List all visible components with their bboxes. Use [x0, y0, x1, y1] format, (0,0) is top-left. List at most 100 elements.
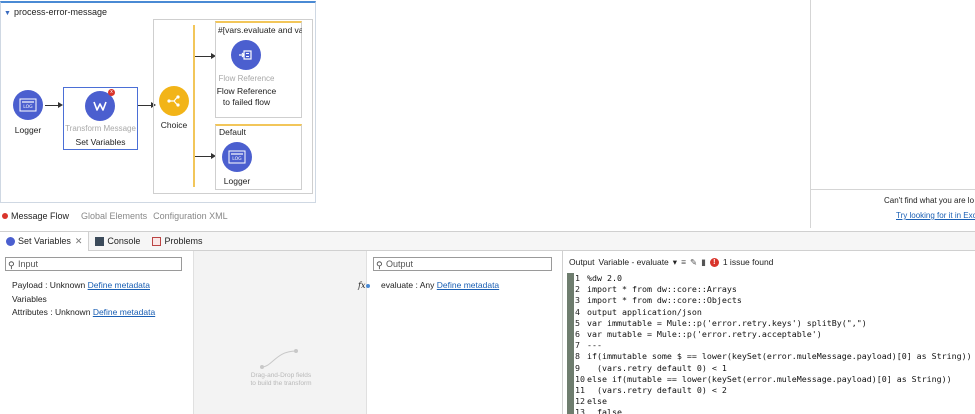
- input-search[interactable]: ⚲ Input: [5, 257, 182, 271]
- flow-connector: [195, 56, 212, 57]
- code-line[interactable]: 13 false: [575, 407, 972, 414]
- code-line[interactable]: 2 import * from dw::core::Arrays: [575, 284, 972, 295]
- chevron-down-icon[interactable]: ▾: [673, 257, 677, 268]
- message-flow-tab[interactable]: Message Flow: [2, 211, 75, 221]
- code-text: ---: [587, 340, 602, 351]
- line-number: 11: [575, 385, 585, 396]
- try-exchange-link[interactable]: Try looking for it in Exc: [896, 211, 975, 220]
- right-pane: [810, 0, 975, 228]
- drag-drop-icon: [260, 349, 298, 369]
- search-hint-text: Can't find what you are lo: [884, 196, 975, 205]
- choice-icon[interactable]: [159, 86, 189, 116]
- choice-label: Choice: [160, 120, 188, 130]
- input-row-variables[interactable]: Variables: [12, 294, 47, 304]
- code-line[interactable]: 10 else if(mutable == lower(keySet(error.…: [575, 374, 972, 385]
- flow-title[interactable]: ▼ process-error-message: [4, 7, 107, 17]
- studio-window: ▼ process-error-message LOG Logger x Tran…: [0, 0, 975, 414]
- mapping-area[interactable]: Drag-and-Drop fields to build the transf…: [193, 251, 367, 414]
- code-text: var mutable = Mule::p('error.retry.accep…: [587, 329, 822, 340]
- code-line[interactable]: 12 else: [575, 396, 972, 407]
- fx-icon: fx: [358, 281, 366, 290]
- line-number: 10: [575, 373, 585, 384]
- search-icon: ⚲: [376, 260, 383, 270]
- code-text: (vars.retry default 0) < 1: [587, 362, 727, 373]
- console-icon: [95, 236, 105, 246]
- svg-text:LOG: LOG: [23, 104, 33, 110]
- flow-reference-label-line2: to failed flow: [222, 97, 271, 107]
- flow-connector: [195, 156, 212, 157]
- input-row-payload[interactable]: Payload : Unknown Define metadata: [12, 280, 150, 290]
- transform-type-label: Transform Message: [65, 124, 136, 133]
- code-text: var immutable = Mule::p('error.retry.key…: [587, 317, 867, 328]
- flow-canvas[interactable]: ▼ process-error-message LOG Logger x Tran…: [0, 0, 808, 206]
- default-route-header[interactable]: Default: [219, 127, 246, 137]
- when-route-header[interactable]: #[vars.evaluate and va...: [218, 25, 302, 35]
- transform-tab-icon: [6, 236, 15, 246]
- output-connector-dot: [366, 284, 370, 288]
- configuration-xml-tab[interactable]: Configuration XML: [153, 211, 228, 221]
- script-editor-panel: Output Variable - evaluate ▾ ≡ ✎ ▮ ! 1 i…: [562, 251, 975, 414]
- svg-text:LOG: LOG: [232, 156, 242, 162]
- tab-console[interactable]: Console: [89, 232, 146, 251]
- line-number: 5: [575, 317, 580, 328]
- output-panel: ⚲ Output fx evaluate : Any Define metadat…: [358, 251, 562, 414]
- code-line[interactable]: 11 (vars.retry default 0) < 2: [575, 385, 972, 396]
- code-text: if(immutable some $ == lower(keySet(erro…: [587, 351, 972, 362]
- code-line[interactable]: 6 var mutable = Mule::p('error.retry.acce…: [575, 329, 972, 340]
- code-text: output application/json: [587, 306, 702, 317]
- global-elements-tab[interactable]: Global Elements: [81, 211, 147, 221]
- code-line[interactable]: 5 var immutable = Mule::p('error.retry.ke…: [575, 318, 972, 329]
- flow-connector: [45, 105, 59, 106]
- line-number: 9: [575, 362, 580, 373]
- collapse-triangle-icon[interactable]: ▼: [4, 10, 11, 17]
- tab-problems[interactable]: Problems: [146, 232, 208, 251]
- error-icon: [2, 213, 8, 219]
- line-number: 7: [575, 340, 580, 351]
- input-row-attributes[interactable]: Attributes : Unknown Define metadata: [12, 307, 155, 317]
- define-metadata-link[interactable]: Define metadata: [93, 307, 155, 317]
- issues-count[interactable]: 1 issue found: [723, 257, 774, 267]
- code-text: import * from dw::core::Arrays: [587, 284, 737, 295]
- output-row-evaluate[interactable]: evaluate : Any Define metadata: [381, 280, 499, 290]
- code-text: import * from dw::core::Objects: [587, 295, 742, 306]
- output-search[interactable]: ⚲ Output: [373, 257, 552, 271]
- input-panel: ⚲ Input Payload : Unknown Define metadata…: [0, 251, 193, 414]
- flow-reference-type-label: Flow Reference: [218, 74, 275, 83]
- code-text: (vars.retry default 0) < 2: [587, 385, 727, 396]
- line-number: 13: [575, 407, 585, 414]
- code-line[interactable]: 8 if(immutable some $ == lower(keySet(err…: [575, 351, 972, 362]
- flow-reference-icon[interactable]: [231, 40, 261, 70]
- flow-editor-tabs: Message Flow Global Elements Configurati…: [0, 208, 234, 224]
- right-pane-divider: [810, 189, 975, 190]
- code-line[interactable]: 4 output application/json: [575, 307, 972, 318]
- bottom-panel-tabs: Set Variables ✕ Console Problems: [0, 231, 975, 251]
- line-number: 12: [575, 396, 585, 407]
- close-icon[interactable]: ✕: [75, 236, 83, 247]
- drag-drop-hint-line2: to build the transform: [250, 380, 312, 387]
- line-number: 2: [575, 284, 580, 295]
- code-line[interactable]: 9 (vars.retry default 0) < 1: [575, 363, 972, 374]
- define-metadata-link[interactable]: Define metadata: [437, 280, 499, 290]
- script-toolbar: Output Variable - evaluate ▾ ≡ ✎ ▮ ! 1 i…: [563, 255, 975, 269]
- output-label: Output: [569, 257, 595, 267]
- flow-connector: [138, 105, 152, 106]
- tab-set-variables[interactable]: Set Variables ✕: [0, 231, 90, 251]
- logger-icon[interactable]: LOG: [222, 142, 252, 172]
- error-badge-icon: x: [108, 89, 115, 96]
- dataweave-code[interactable]: 1 %dw 2.0 2 import * from dw::core::Arrays 3…: [575, 273, 972, 414]
- code-line[interactable]: 7 ---: [575, 340, 972, 351]
- code-line[interactable]: 1 %dw 2.0: [575, 273, 972, 284]
- default-logger-label: Logger: [223, 176, 251, 186]
- logger-icon[interactable]: LOG: [13, 90, 43, 120]
- list-icon[interactable]: ≡: [681, 257, 686, 267]
- code-text: false: [587, 407, 622, 414]
- editor-gutter: [567, 273, 574, 414]
- output-target-select[interactable]: Variable - evaluate: [599, 257, 669, 267]
- code-line[interactable]: 3 import * from dw::core::Objects: [575, 295, 972, 306]
- define-metadata-link[interactable]: Define metadata: [88, 280, 150, 290]
- flow-reference-label-line1: Flow Reference: [216, 86, 277, 96]
- pencil-icon[interactable]: ✎: [690, 257, 697, 268]
- code-text: %dw 2.0: [587, 273, 622, 283]
- trash-icon[interactable]: ▮: [701, 257, 706, 268]
- line-number: 6: [575, 329, 580, 340]
